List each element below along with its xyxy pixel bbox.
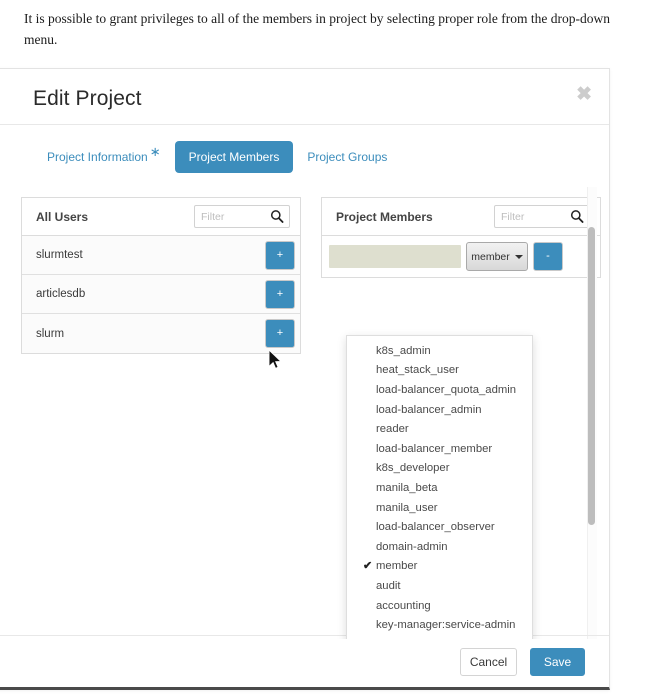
all-users-filter-input[interactable] [195, 206, 275, 227]
tab-project-groups[interactable]: Project Groups [293, 141, 401, 173]
list-item[interactable]: slurm + [22, 314, 300, 353]
menu-item-label: load-balancer_quota_admin [376, 384, 516, 396]
user-name: slurm [36, 328, 265, 340]
list-item[interactable]: articlesdb + [22, 275, 300, 314]
menu-item-role[interactable]: load-balancer_admin [347, 400, 532, 420]
modal-tabs: Project Information∗ Project Members Pro… [33, 141, 401, 173]
menu-item-label: load-balancer_member [376, 443, 492, 455]
menu-item-role[interactable]: accounting [347, 596, 532, 616]
all-users-header: All Users [22, 198, 300, 236]
role-dropdown-menu: k8s_admin heat_stack_user load-balancer_… [346, 335, 533, 639]
member-name-redacted [329, 245, 461, 268]
intro-text: It is possible to grant privileges to al… [24, 8, 630, 50]
menu-item-role-selected[interactable]: ✔ member [347, 557, 532, 577]
role-dropdown-toggle[interactable]: member [466, 242, 528, 271]
menu-item-label: k8s_developer [376, 462, 449, 474]
menu-item-role[interactable]: reader [347, 419, 532, 439]
menu-item-role[interactable]: manila_beta [347, 478, 532, 498]
all-users-filter[interactable] [194, 205, 290, 228]
menu-item-role[interactable]: heat_stack_user [347, 361, 532, 381]
table-row: member - [322, 236, 600, 277]
project-members-filter-input[interactable] [495, 206, 575, 227]
all-users-title: All Users [36, 210, 194, 224]
menu-item-label: member [376, 560, 417, 572]
check-icon: ✔ [363, 559, 372, 572]
required-asterisk-icon: ∗ [150, 144, 161, 159]
save-button[interactable]: Save [530, 648, 585, 676]
remove-member-button[interactable]: - [533, 242, 563, 271]
project-members-header: Project Members [322, 198, 600, 236]
add-user-button[interactable]: + [265, 319, 295, 348]
menu-item-label: key-manager:service-admin [376, 619, 515, 631]
menu-item-role[interactable]: k8s_developer [347, 459, 532, 479]
user-name: articlesdb [36, 288, 265, 300]
add-user-button[interactable]: + [265, 241, 295, 270]
menu-item-label: audit [376, 580, 401, 592]
menu-item-label: load-balancer_admin [376, 404, 482, 416]
modal-footer: Cancel Save [0, 635, 609, 687]
menu-item-label: k8s_admin [376, 345, 431, 357]
modal-body: All Users slurmtest + articlesdb [0, 181, 609, 639]
list-item[interactable]: slurmtest + [22, 236, 300, 275]
menu-item-role[interactable]: domain-admin [347, 537, 532, 557]
menu-item-label: load-balancer_observer [376, 521, 495, 533]
edit-project-modal: Edit Project ✖ Project Information∗ Proj… [0, 68, 610, 690]
modal-scrollbar-thumb[interactable] [588, 227, 595, 525]
tab-project-information[interactable]: Project Information∗ [33, 141, 175, 173]
menu-item-role[interactable]: load-balancer_observer [347, 517, 532, 537]
menu-item-label: accounting [376, 600, 431, 612]
chevron-down-icon [515, 255, 523, 259]
menu-item-role[interactable]: k8s_admin [347, 341, 532, 361]
modal-header: Edit Project ✖ [0, 69, 609, 125]
menu-item-role[interactable]: manila_user [347, 498, 532, 518]
search-icon [570, 209, 584, 224]
close-icon[interactable]: ✖ [576, 85, 592, 104]
intro-paragraph: It is possible to grant privileges to al… [24, 8, 630, 50]
menu-item-role[interactable]: load-balancer_member [347, 439, 532, 459]
cancel-button[interactable]: Cancel [460, 648, 517, 676]
menu-item-label: manila_beta [376, 482, 438, 494]
menu-item-role[interactable]: key-manager:service-admin [347, 615, 532, 635]
all-users-panel: All Users slurmtest + articlesdb [21, 197, 301, 354]
search-icon [270, 209, 284, 224]
tab-project-members-label: Project Members [189, 150, 280, 164]
menu-item-label: manila_user [376, 502, 438, 514]
menu-item-label: domain-admin [376, 541, 448, 553]
tab-project-groups-label: Project Groups [307, 150, 387, 164]
tab-project-information-label: Project Information [47, 150, 148, 164]
menu-item-role[interactable]: load-balancer_quota_admin [347, 380, 532, 400]
project-members-title: Project Members [336, 210, 494, 224]
menu-item-label: reader [376, 423, 409, 435]
role-dropdown-list: k8s_admin heat_stack_user load-balancer_… [347, 341, 532, 639]
project-members-panel: Project Members member [321, 197, 601, 278]
menu-item-role[interactable]: audit [347, 576, 532, 596]
menu-item-label: heat_stack_user [376, 364, 459, 376]
tab-project-members[interactable]: Project Members [175, 141, 294, 173]
role-dropdown-value: member [471, 251, 510, 263]
page-title: Edit Project [33, 87, 142, 111]
project-members-filter[interactable] [494, 205, 590, 228]
menu-item-role[interactable]: creator [347, 635, 532, 639]
add-user-button[interactable]: + [265, 280, 295, 309]
user-name: slurmtest [36, 249, 265, 261]
